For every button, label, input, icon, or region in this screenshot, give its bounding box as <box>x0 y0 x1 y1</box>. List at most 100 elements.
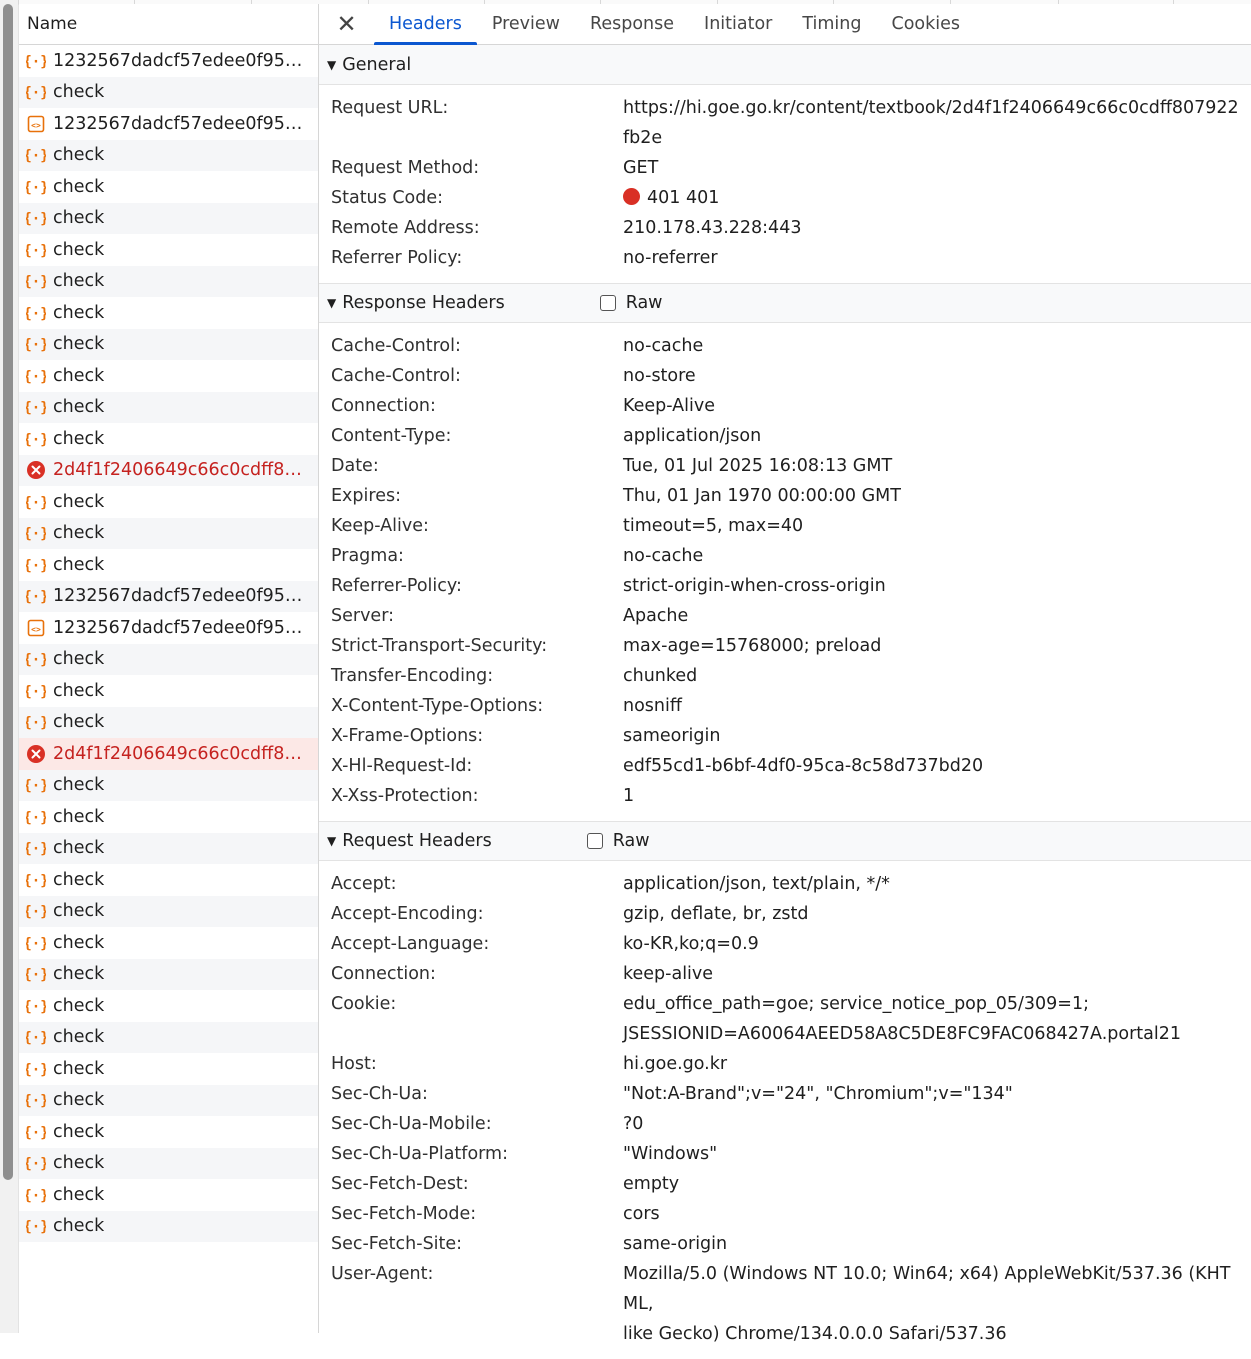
request-row[interactable]: {·} 1232567dadcf57edee0f95935… <box>19 45 318 77</box>
header-value[interactable]: edu_office_path=goe; service_notice_pop_… <box>623 989 1251 1049</box>
header-value[interactable]: Mozilla/5.0 (Windows NT 10.0; Win64; x64… <box>623 1259 1251 1349</box>
raw-toggle[interactable]: Raw <box>599 293 663 313</box>
header-value[interactable]: nosniff <box>623 691 1251 721</box>
header-value[interactable]: ko-KR,ko;q=0.9 <box>623 929 1251 959</box>
header-value-line: hi.goe.go.kr <box>623 1054 728 1074</box>
section-header-request-headers[interactable]: ▼ Request Headers Raw <box>319 821 1251 861</box>
header-key: Remote Address: <box>331 218 480 238</box>
raw-checkbox[interactable] <box>599 295 616 311</box>
header-value[interactable]: Keep-Alive <box>623 391 1251 421</box>
json-icon: {·} <box>25 806 47 828</box>
collapse-triangle-icon[interactable]: ▼ <box>327 58 336 72</box>
collapse-triangle-icon[interactable]: ▼ <box>327 834 336 848</box>
header-value[interactable]: timeout=5, max=40 <box>623 511 1251 541</box>
request-row[interactable]: {·} check <box>19 360 318 392</box>
header-value[interactable]: keep-alive <box>623 959 1251 989</box>
header-value[interactable]: application/json, text/plain, */* <box>623 869 1251 899</box>
header-value[interactable]: ?0 <box>623 1109 1251 1139</box>
request-row[interactable]: {·} check <box>19 769 318 801</box>
scrollbar-thumb[interactable] <box>3 4 13 1180</box>
request-row[interactable]: {·} check <box>19 265 318 297</box>
header-row: Accept: application/json, text/plain, */* <box>319 869 1251 899</box>
tab-timing[interactable]: Timing <box>787 4 876 44</box>
header-value[interactable]: max-age=15768000; preload <box>623 631 1251 661</box>
request-row[interactable]: <> 1232567dadcf57edee0f95935… <box>19 612 318 644</box>
request-row[interactable]: {·} check <box>19 202 318 234</box>
request-row[interactable]: {·} check <box>19 801 318 833</box>
request-row[interactable]: {·} check <box>19 706 318 738</box>
tab-cookies[interactable]: Cookies <box>876 4 975 44</box>
header-value[interactable]: Apache <box>623 601 1251 631</box>
request-row[interactable]: {·} check <box>19 1147 318 1179</box>
collapse-triangle-icon[interactable]: ▼ <box>327 296 336 310</box>
header-value[interactable]: "Windows" <box>623 1139 1251 1169</box>
request-row[interactable]: {·} check <box>19 675 318 707</box>
header-value[interactable]: hi.goe.go.kr <box>623 1049 1251 1079</box>
section-header-general[interactable]: ▼ General <box>319 45 1251 85</box>
request-row[interactable]: {·} 1232567dadcf57edee0f95935… <box>19 580 318 612</box>
header-value[interactable]: 1 <box>623 781 1251 811</box>
header-value[interactable]: same-origin <box>623 1229 1251 1259</box>
header-value[interactable]: https://hi.goe.go.kr/content/textbook/2d… <box>623 93 1251 153</box>
request-row[interactable]: {·} check <box>19 297 318 329</box>
header-value[interactable]: no-cache <box>623 541 1251 571</box>
json-icon: {·} <box>25 491 47 513</box>
json-icon: {·} <box>25 1089 47 1111</box>
request-row[interactable]: {·} check <box>19 832 318 864</box>
request-row[interactable]: 2d4f1f2406649c66c0cdff8079… <box>19 738 318 770</box>
tab-response[interactable]: Response <box>575 4 689 44</box>
header-value[interactable]: chunked <box>623 661 1251 691</box>
request-row[interactable]: {·} check <box>19 990 318 1022</box>
request-row[interactable]: {·} check <box>19 1116 318 1148</box>
header-value[interactable]: no-referrer <box>623 243 1251 273</box>
tab-initiator[interactable]: Initiator <box>689 4 787 44</box>
request-row[interactable]: {·} check <box>19 423 318 455</box>
header-value[interactable]: gzip, deflate, br, zstd <box>623 899 1251 929</box>
close-icon[interactable]: ✕ <box>319 4 374 44</box>
left-scrollbar[interactable] <box>0 0 19 1333</box>
request-row[interactable]: {·} check <box>19 958 318 990</box>
request-row[interactable]: {·} check <box>19 927 318 959</box>
raw-toggle[interactable]: Raw <box>586 831 650 851</box>
header-value[interactable]: Thu, 01 Jan 1970 00:00:00 GMT <box>623 481 1251 511</box>
request-row[interactable]: {·} check <box>19 864 318 896</box>
request-row[interactable]: {·} check <box>19 1179 318 1211</box>
request-row[interactable]: {·} check <box>19 1084 318 1116</box>
header-value[interactable]: Tue, 01 Jul 2025 16:08:13 GMT <box>623 451 1251 481</box>
header-value[interactable]: no-cache <box>623 331 1251 361</box>
request-row[interactable]: <> 1232567dadcf57edee0f95935… <box>19 108 318 140</box>
request-row[interactable]: {·} check <box>19 171 318 203</box>
tab-headers[interactable]: Headers <box>374 4 477 45</box>
raw-checkbox[interactable] <box>586 833 603 849</box>
request-row[interactable]: {·} check <box>19 1210 318 1242</box>
header-value[interactable]: no-store <box>623 361 1251 391</box>
request-row[interactable]: {·} check <box>19 486 318 518</box>
request-row[interactable]: {·} check <box>19 328 318 360</box>
header-value[interactable]: application/json <box>623 421 1251 451</box>
request-row[interactable]: {·} check <box>19 391 318 423</box>
request-row[interactable]: 2d4f1f2406649c66c0cdff8079… <box>19 454 318 486</box>
header-value[interactable]: 401 401 <box>623 183 1251 213</box>
header-value[interactable]: strict-origin-when-cross-origin <box>623 571 1251 601</box>
header-value[interactable]: cors <box>623 1199 1251 1229</box>
header-value[interactable]: empty <box>623 1169 1251 1199</box>
request-row[interactable]: {·} check <box>19 895 318 927</box>
header-value[interactable]: 210.178.43.228:443 <box>623 213 1251 243</box>
header-value[interactable]: "Not:A-Brand";v="24", "Chromium";v="134" <box>623 1079 1251 1109</box>
request-row[interactable]: {·} check <box>19 234 318 266</box>
request-row[interactable]: {·} check <box>19 1053 318 1085</box>
header-value[interactable]: sameorigin <box>623 721 1251 751</box>
section-header-response-headers[interactable]: ▼ Response Headers Raw <box>319 283 1251 323</box>
name-column-header[interactable]: Name <box>19 4 318 45</box>
header-value[interactable]: GET <box>623 153 1251 183</box>
request-row[interactable]: {·} check <box>19 76 318 108</box>
request-row[interactable]: {·} check <box>19 643 318 675</box>
tab-preview[interactable]: Preview <box>477 4 575 44</box>
header-row: Sec-Fetch-Mode: cors <box>319 1199 1251 1229</box>
header-value[interactable]: edf55cd1-b6bf-4df0-95ca-8c58d737bd20 <box>623 751 1251 781</box>
request-row[interactable]: {·} check <box>19 1021 318 1053</box>
request-row[interactable]: {·} check <box>19 139 318 171</box>
request-row[interactable]: {·} check <box>19 549 318 581</box>
header-value-line: sameorigin <box>623 726 721 746</box>
request-row[interactable]: {·} check <box>19 517 318 549</box>
